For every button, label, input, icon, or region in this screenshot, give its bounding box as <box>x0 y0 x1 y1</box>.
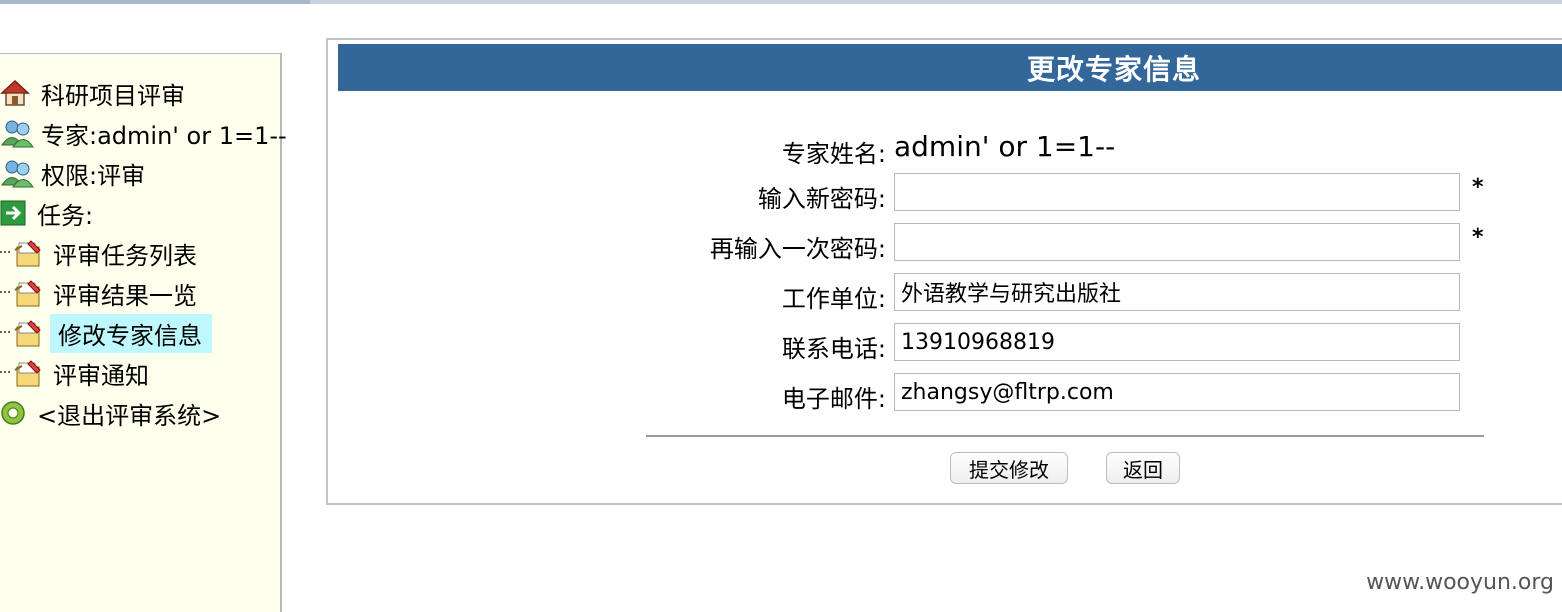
confirm-password-label: 再输入一次密码: <box>709 235 886 263</box>
sidebar-item-tasks: 任务: <box>0 196 96 230</box>
sidebar-item-label: 专家:admin' or 1=1-- <box>41 121 287 150</box>
exit-circle-icon <box>0 400 26 426</box>
folder-edit-icon <box>12 358 42 388</box>
sidebar-item-label: 修改专家信息 <box>50 313 212 353</box>
top-frame-edge <box>0 0 1562 4</box>
required-mark: * <box>1472 225 1484 250</box>
email-row: 电子邮件: zhangsy@fltrp.com <box>328 373 1562 413</box>
folder-edit-icon <box>12 238 42 268</box>
arrow-right-icon <box>0 200 26 226</box>
edit-expert-panel: 更改专家信息 专家姓名: admin' or 1=1-- 输入新密码: * 再输… <box>326 38 1562 505</box>
workplace-row: 工作单位: 外语教学与研究出版社 <box>328 273 1562 313</box>
users-icon <box>0 118 34 148</box>
sidebar-item-label: 任务: <box>37 201 94 230</box>
sidebar-item-review-notice[interactable]: 评审通知 <box>0 356 152 390</box>
required-mark: * <box>1472 175 1484 200</box>
page: 科研项目评审 专家:admin' or 1=1-- 权限:评审 任务: 评审任务… <box>0 0 1562 612</box>
email-input[interactable]: zhangsy@fltrp.com <box>894 373 1460 411</box>
workplace-input[interactable]: 外语教学与研究出版社 <box>894 273 1460 311</box>
sidebar-item-exit[interactable]: <退出评审系统> <box>0 396 224 430</box>
confirm-password-row: 再输入一次密码: * <box>328 223 1562 263</box>
sidebar-item-project-review[interactable]: 科研项目评审 <box>0 76 188 110</box>
sidebar-item-label: <退出评审系统> <box>37 401 222 430</box>
sidebar-item-permission: 权限:评审 <box>0 156 148 190</box>
panel-title-bar: 更改专家信息 <box>338 44 1562 91</box>
sidebar: 科研项目评审 专家:admin' or 1=1-- 权限:评审 任务: 评审任务… <box>0 53 287 612</box>
folder-edit-icon <box>12 318 42 348</box>
back-button[interactable]: 返回 <box>1106 452 1180 484</box>
phone-label: 联系电话: <box>781 335 886 363</box>
sidebar-item-expert: 专家:admin' or 1=1-- <box>0 116 290 150</box>
sidebar-item-label: 权限:评审 <box>41 161 146 190</box>
sidebar-item-review-results[interactable]: 评审结果一览 <box>0 276 200 310</box>
confirm-password-input[interactable] <box>894 223 1460 261</box>
sidebar-item-edit-expert-info[interactable]: 修改专家信息 <box>0 313 212 353</box>
expert-name-row: 专家姓名: admin' or 1=1-- <box>328 128 1562 168</box>
workplace-label: 工作单位: <box>781 285 886 313</box>
submit-button[interactable]: 提交修改 <box>950 452 1068 484</box>
folder-edit-icon <box>12 278 42 308</box>
panel-title: 更改专家信息 <box>1026 52 1201 86</box>
phone-row: 联系电话: 13910968819 <box>328 323 1562 363</box>
new-password-row: 输入新密码: * <box>328 173 1562 213</box>
users-icon <box>0 158 34 188</box>
new-password-label: 输入新密码: <box>757 185 886 213</box>
sidebar-item-label: 评审任务列表 <box>53 241 197 270</box>
sidebar-item-label: 评审结果一览 <box>53 281 197 310</box>
phone-input[interactable]: 13910968819 <box>894 323 1460 361</box>
sidebar-item-review-task-list[interactable]: 评审任务列表 <box>0 236 200 270</box>
form-divider <box>646 435 1484 437</box>
sidebar-item-label: 评审通知 <box>53 361 149 390</box>
expert-name-value: admin' or 1=1-- <box>894 130 1116 163</box>
sidebar-item-label: 科研项目评审 <box>41 81 185 110</box>
home-icon <box>0 78 30 108</box>
new-password-input[interactable] <box>894 173 1460 211</box>
expert-name-label: 专家姓名: <box>781 140 886 168</box>
watermark: www.wooyun.org <box>1366 570 1554 595</box>
email-label: 电子邮件: <box>781 385 886 413</box>
